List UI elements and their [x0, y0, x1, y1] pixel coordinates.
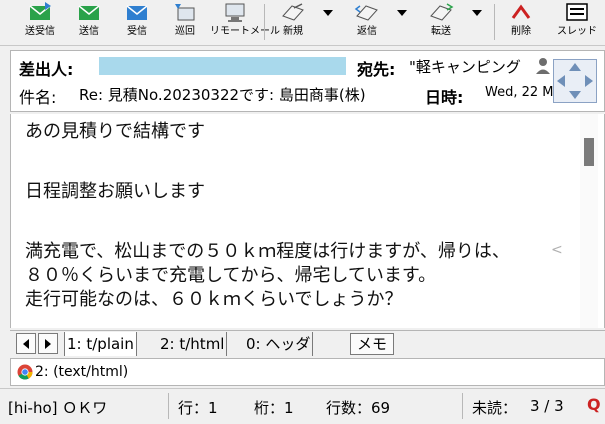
toolbar-separator: [494, 4, 495, 40]
delete-icon: [511, 4, 531, 19]
tab-memo[interactable]: メモ: [350, 333, 395, 355]
remote-mail-icon: [225, 3, 245, 22]
new-mail-button[interactable]: 新規: [276, 0, 310, 44]
chrome-icon: [17, 364, 33, 380]
tab-plain[interactable]: 1: t/plain: [64, 332, 137, 356]
toolbar-separator: [264, 4, 265, 40]
body-line: 満充電で、松山までの５０ｋｍ程度は行けますが、帰りは、: [25, 241, 510, 262]
status-separator: [168, 393, 169, 419]
date-value: Wed, 22 M: [485, 85, 553, 100]
attachment-label: 2: (text/html): [35, 364, 129, 380]
arrow-right-icon: [45, 339, 51, 349]
toolbar: 送受信 送信 受信 巡回 リモートメール 新規 返信 転送 削除 スレッド: [0, 0, 605, 46]
navigation-pad[interactable]: [553, 59, 597, 103]
reply-dropdown-icon[interactable]: [397, 10, 407, 16]
patrol-button[interactable]: 巡回: [168, 0, 202, 44]
send-receive-button[interactable]: 送受信: [20, 0, 60, 44]
row-status: 行：1: [178, 399, 218, 417]
date-label: 日時:: [425, 88, 464, 107]
send-button[interactable]: 送信: [72, 0, 106, 44]
message-body[interactable]: あの見積りで結構です 日程調整お願いします 満充電で、松山までの５０ｋｍ程度は行…: [10, 114, 605, 328]
to-label: 宛先:: [357, 60, 396, 79]
body-line: ８０％くらいまで充電してから、帰宅しています。: [25, 265, 437, 286]
new-mail-dropdown-icon[interactable]: [323, 10, 333, 16]
subject-label: 件名:: [19, 88, 57, 107]
attachment-row[interactable]: 2: (text/html): [10, 358, 605, 386]
status-separator: [462, 393, 463, 419]
send-mail-icon: [78, 5, 100, 20]
receive-mail-icon: [126, 5, 148, 20]
reply-icon: [354, 5, 378, 21]
column-status: 桁：1: [254, 399, 294, 417]
forward-button[interactable]: 転送: [424, 0, 458, 44]
thread-button[interactable]: スレッド: [552, 0, 602, 44]
body-line: あの見積りで結構です: [25, 121, 205, 142]
account-status: [hi-ho] ＯＫワ: [8, 399, 108, 417]
tab-scroll-left-button[interactable]: [16, 333, 36, 354]
thread-icon: [566, 3, 588, 21]
scrollbar-thumb[interactable]: [584, 138, 594, 166]
body-line: 走行可能なのは、６０ｋｍくらいでしょうか？: [25, 289, 403, 310]
person-icon[interactable]: [535, 57, 551, 75]
subject-value: Re: 見積No.20230322です: 島田商事(株): [79, 86, 366, 104]
part-tabs: 1: t/plain 2: t/html 0: ヘッダ メモ: [10, 330, 605, 356]
navigation-arrows-icon[interactable]: [554, 60, 596, 102]
body-scrollbar[interactable]: [580, 114, 598, 328]
patrol-icon: [175, 4, 195, 21]
arrow-left-icon: [23, 339, 29, 349]
tab-header[interactable]: 0: ヘッダ: [244, 332, 314, 356]
new-mail-icon: [282, 3, 304, 21]
wrap-mark: <: [551, 242, 563, 258]
reply-button[interactable]: 返信: [350, 0, 384, 44]
unread-label: 未読：: [472, 399, 518, 417]
tab-html[interactable]: 2: t/html: [158, 332, 228, 356]
remote-mail-button[interactable]: リモートメール: [210, 0, 280, 44]
message-header: 差出人: 宛先: "軽キャンピング 件名: Re: 見積No.20230322で…: [10, 50, 605, 112]
send-receive-icon: [29, 2, 51, 20]
body-line: 日程調整お願いします: [25, 181, 205, 202]
status-bar: [hi-ho] ＯＫワ 行：1 桁：1 行数：69 未読： 3 / 3 Q: [0, 388, 605, 424]
line-count-status: 行数：69: [326, 399, 391, 417]
to-value[interactable]: "軽キャンピング: [409, 56, 533, 77]
forward-dropdown-icon[interactable]: [472, 10, 482, 16]
sender-value[interactable]: [99, 57, 346, 75]
sender-label: 差出人:: [19, 60, 74, 79]
receive-button[interactable]: 受信: [120, 0, 154, 44]
delete-button[interactable]: 削除: [504, 0, 538, 44]
forward-icon: [430, 3, 454, 21]
search-magnifier-icon[interactable]: Q: [587, 395, 603, 415]
tab-scroll-right-button[interactable]: [38, 333, 58, 354]
unread-count: 3 / 3: [530, 397, 564, 415]
